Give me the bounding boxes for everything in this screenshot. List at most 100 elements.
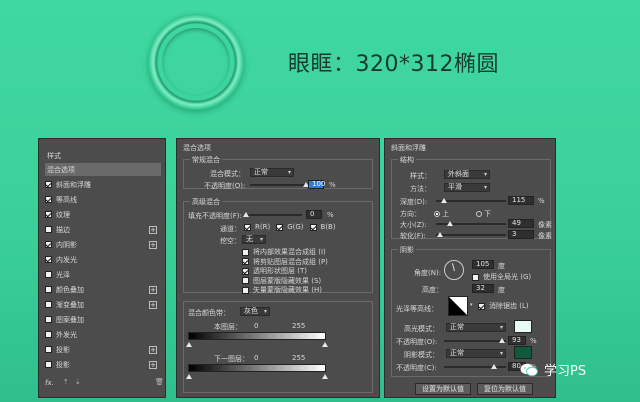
highlight-color-swatch[interactable]: [514, 320, 532, 333]
style-checkbox[interactable]: [45, 331, 52, 338]
advanced-option-checkbox[interactable]: [242, 248, 249, 256]
arrow-down-icon[interactable]: ⇣: [75, 378, 81, 386]
style-checkbox[interactable]: [45, 256, 52, 263]
fill-opacity-input[interactable]: 0: [306, 210, 322, 219]
add-instance-icon[interactable]: +: [149, 345, 157, 354]
style-item[interactable]: 等高线: [45, 193, 161, 206]
style-item[interactable]: 外发光: [45, 328, 161, 341]
depth-input[interactable]: 115: [508, 196, 534, 205]
style-checkbox[interactable]: [45, 286, 52, 293]
direction-down-option[interactable]: 下: [476, 209, 491, 219]
channel-g[interactable]: G(G): [276, 223, 304, 231]
angle-dial[interactable]: [444, 260, 464, 280]
style-checkbox[interactable]: [45, 346, 52, 353]
add-instance-icon[interactable]: +: [149, 300, 157, 309]
style-item[interactable]: 渐变叠加 +: [45, 298, 161, 311]
style-item[interactable]: 光泽: [45, 268, 161, 281]
style-checkbox[interactable]: [45, 301, 52, 308]
radio-off[interactable]: [476, 211, 482, 217]
checkbox[interactable]: [276, 223, 284, 231]
advanced-option-checkbox[interactable]: [242, 258, 249, 265]
gloss-contour-swatch[interactable]: [448, 296, 468, 316]
add-instance-icon[interactable]: +: [149, 285, 157, 294]
highlight-opacity-input[interactable]: 93: [508, 336, 526, 345]
style-item[interactable]: 投影 +: [45, 358, 161, 371]
bevel-style-select[interactable]: 外斜面: [444, 170, 490, 179]
checkbox[interactable]: [478, 302, 485, 310]
highlight-opacity-slider[interactable]: [444, 338, 506, 343]
highlight-opacity-thumb[interactable]: [498, 338, 505, 343]
advanced-option[interactable]: 图层蒙版隐藏效果 (S): [242, 276, 321, 286]
this-layer-black-thumb[interactable]: [186, 342, 192, 347]
style-item[interactable]: 斜面和浮雕: [45, 178, 161, 191]
style-item[interactable]: 混合选项: [45, 163, 161, 176]
depth-slider-thumb[interactable]: [441, 198, 448, 203]
add-instance-icon[interactable]: +: [149, 360, 157, 369]
highlight-mode-select[interactable]: 正常: [446, 323, 506, 332]
global-light-option[interactable]: 使用全局光 (G): [472, 272, 531, 282]
knockout-select[interactable]: 无: [242, 235, 266, 244]
style-item[interactable]: 内阴影 +: [45, 238, 161, 251]
advanced-option-checkbox[interactable]: [242, 277, 249, 284]
checkbox[interactable]: [472, 273, 479, 281]
style-checkbox[interactable]: [45, 196, 52, 203]
style-item[interactable]: 图案叠加: [45, 313, 161, 326]
altitude-input[interactable]: 32: [472, 284, 494, 293]
fx-button[interactable]: fx.: [45, 379, 54, 387]
fill-opacity-slider-thumb[interactable]: [243, 212, 249, 217]
lower-layer-black-thumb[interactable]: [186, 374, 192, 379]
style-item[interactable]: 内发光: [45, 253, 161, 266]
style-item[interactable]: 颜色叠加 +: [45, 283, 161, 296]
style-checkbox[interactable]: [45, 316, 52, 323]
direction-up-option[interactable]: 上: [434, 209, 449, 219]
soften-input[interactable]: 3: [508, 230, 534, 239]
style-checkbox[interactable]: [45, 361, 52, 368]
shadow-mode-select[interactable]: 正常: [446, 349, 506, 358]
add-instance-icon[interactable]: +: [149, 240, 157, 249]
technique-select[interactable]: 平滑: [444, 183, 490, 192]
make-default-button[interactable]: 设置为默认值: [415, 383, 471, 395]
opacity-input[interactable]: 100: [308, 180, 325, 189]
style-checkbox[interactable]: [45, 211, 52, 218]
contour-dropdown-icon[interactable]: ▾: [470, 302, 473, 308]
size-input[interactable]: 49: [508, 219, 534, 228]
style-item[interactable]: 投影 +: [45, 343, 161, 356]
trash-icon[interactable]: 🗑: [155, 378, 164, 386]
style-checkbox[interactable]: [45, 226, 52, 233]
add-instance-icon[interactable]: +: [149, 225, 157, 234]
style-item[interactable]: 纹理: [45, 208, 161, 221]
size-slider[interactable]: [436, 221, 506, 226]
fill-opacity-slider[interactable]: [243, 212, 302, 217]
lower-layer-white-thumb[interactable]: [322, 374, 328, 379]
this-layer-white-thumb[interactable]: [322, 342, 328, 347]
channel-b[interactable]: B(B): [309, 223, 336, 231]
channel-r[interactable]: R(R): [244, 223, 270, 231]
style-checkbox[interactable]: [45, 241, 52, 248]
soften-slider[interactable]: [436, 232, 506, 237]
advanced-option[interactable]: 将剪贴图层混合成组 (P): [242, 257, 328, 267]
advanced-option[interactable]: 矢量蒙版隐藏效果 (H): [242, 285, 322, 295]
advanced-option-checkbox[interactable]: [242, 286, 249, 294]
style-checkbox[interactable]: [45, 181, 52, 188]
depth-slider[interactable]: [436, 198, 506, 203]
shadow-color-swatch[interactable]: [514, 346, 532, 359]
opacity-slider[interactable]: [250, 182, 309, 187]
checkbox[interactable]: [309, 223, 317, 231]
soften-slider-thumb[interactable]: [436, 232, 443, 237]
size-slider-thumb[interactable]: [447, 221, 453, 226]
radio-on[interactable]: [434, 211, 440, 217]
advanced-option[interactable]: 将内部效果混合成组 (I): [242, 247, 326, 257]
blend-mode-select[interactable]: 正常: [250, 168, 294, 177]
checkbox[interactable]: [244, 223, 251, 231]
angle-input[interactable]: 105: [472, 260, 494, 269]
this-layer-gradient[interactable]: [188, 332, 326, 340]
arrow-up-icon[interactable]: ⇡: [63, 378, 69, 386]
reset-default-button[interactable]: 复位为默认值: [477, 383, 533, 395]
advanced-option[interactable]: 透明形状图层 (T): [242, 266, 307, 276]
blend-if-select[interactable]: 灰色: [240, 307, 270, 316]
lower-layer-gradient[interactable]: [188, 364, 326, 372]
antialias-option[interactable]: 消除锯齿 (L): [478, 301, 529, 311]
advanced-option-checkbox[interactable]: [242, 267, 249, 275]
shadow-opacity-slider[interactable]: [444, 364, 506, 369]
style-item[interactable]: 描边 +: [45, 223, 161, 236]
